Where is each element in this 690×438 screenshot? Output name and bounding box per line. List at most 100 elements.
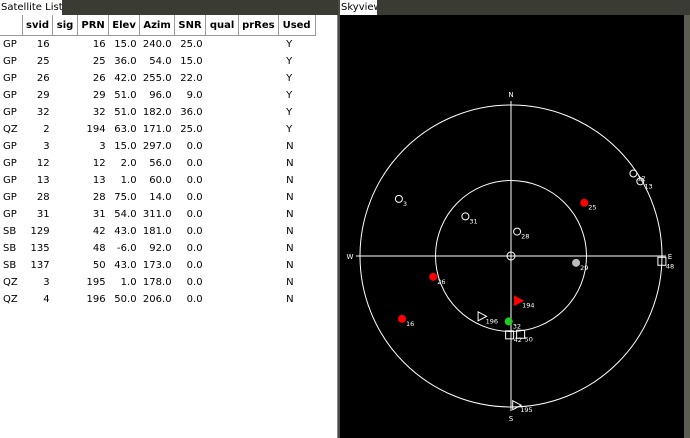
table-cell: 12	[36, 158, 50, 169]
satellite-list-panel: svid sig PRN Elev Azim SNR qual prRes Used GP 16 1…	[0, 15, 338, 438]
table-cell	[239, 172, 279, 189]
table-cell: N	[286, 226, 294, 237]
satellite-markers: 1625262932194312132831424850195196	[394, 169, 674, 414]
table-cell	[206, 172, 239, 189]
table-cell: 3	[43, 141, 50, 152]
table-cell: 0.0	[186, 158, 203, 169]
column-header-qual[interactable]: qual	[205, 15, 240, 36]
table-cell: 0.0	[186, 209, 203, 220]
satellite-16-label: 16	[406, 320, 414, 328]
satellite-28-marker	[513, 227, 522, 236]
table-cell: 171.0	[142, 124, 172, 135]
table-cell: 173.0	[142, 260, 172, 271]
table-cell: 13	[36, 175, 50, 186]
column-header-prres[interactable]: prRes	[238, 15, 279, 36]
table-cell	[239, 53, 279, 70]
table-cell: Y	[286, 90, 293, 101]
table-row[interactable]: GP 16 16 15.0 240.0 25.0 Y	[0, 36, 315, 54]
table-cell: 26	[92, 73, 106, 84]
satellite-195-label: 195	[520, 406, 532, 414]
table-cell: 15.0	[180, 56, 203, 67]
table-cell: 92.0	[149, 243, 172, 254]
table-cell	[206, 138, 239, 155]
table-row[interactable]: GP 31 31 54.0 311.0 0.0 N	[0, 206, 315, 223]
table-cell: 3	[43, 277, 50, 288]
satellite-3-label: 3	[403, 200, 407, 208]
table-cell: Y	[286, 107, 293, 118]
satellite-196-label: 196	[486, 317, 498, 325]
table-cell: 29	[92, 90, 106, 101]
column-header-azim[interactable]: Azim	[139, 15, 176, 36]
table-cell: 26	[36, 73, 50, 84]
table-cell: 51.0	[114, 90, 137, 101]
table-cell: SB	[3, 226, 17, 237]
table-cell: 36.0	[114, 56, 137, 67]
table-row[interactable]: QZ 2 194 63.0 171.0 25.0 Y	[0, 121, 315, 138]
column-header-elev[interactable]: Elev	[108, 15, 141, 36]
table-row[interactable]: GP 32 32 51.0 182.0 36.0 Y	[0, 104, 315, 121]
table-row[interactable]: QZ 3 195 1.0 178.0 0.0 N	[0, 274, 315, 291]
table-cell: 96.0	[149, 90, 172, 101]
table-row[interactable]: SB 135 48 -6.0 92.0 0.0 N	[0, 240, 315, 257]
table-cell: N	[286, 141, 294, 152]
column-header-system[interactable]	[0, 15, 23, 36]
table-cell	[239, 36, 279, 54]
table-cell: 51.0	[114, 107, 137, 118]
table-cell: 9.0	[186, 90, 203, 101]
satellite-29-marker	[572, 258, 581, 267]
table-cell: 14.0	[149, 192, 172, 203]
table-row[interactable]: GP 13 13 1.0 60.0 0.0 N	[0, 172, 315, 189]
column-header-prn[interactable]: PRN	[77, 15, 110, 36]
table-cell: 15.0	[114, 141, 137, 152]
table-cell: 4	[43, 294, 50, 305]
table-cell: 1.0	[120, 175, 137, 186]
satellite-48-label: 48	[666, 262, 674, 270]
satellite-32-label: 32	[513, 322, 521, 330]
table-cell: 43.0	[114, 260, 137, 271]
table-cell: 178.0	[142, 277, 172, 288]
table-row[interactable]: GP 29 29 51.0 96.0 9.0 Y	[0, 87, 315, 104]
column-header-used[interactable]: Used	[278, 15, 316, 36]
table-cell: GP	[3, 158, 17, 169]
satellite-list-titlebar	[62, 0, 338, 15]
table-row[interactable]: GP 12 12 2.0 56.0 0.0 N	[0, 155, 315, 172]
table-row[interactable]: GP 28 28 75.0 14.0 0.0 N	[0, 189, 315, 206]
table-row[interactable]: SB 129 42 43.0 181.0 0.0 N	[0, 223, 315, 240]
table-cell: 0.0	[186, 294, 203, 305]
table-cell: 42.0	[114, 73, 137, 84]
table-row[interactable]: GP 25 25 36.0 54.0 15.0 Y	[0, 53, 315, 70]
table-cell	[206, 274, 239, 291]
table-cell	[53, 138, 78, 155]
table-cell: -6.0	[117, 243, 137, 254]
table-cell: 28	[92, 192, 106, 203]
table-cell	[239, 206, 279, 223]
table-cell	[206, 257, 239, 274]
column-header-svid[interactable]: svid	[22, 15, 54, 36]
table-cell: 56.0	[149, 158, 172, 169]
satellite-31-label: 31	[469, 217, 477, 225]
table-cell: 25.0	[180, 124, 203, 135]
table-cell: 137	[30, 260, 50, 271]
table-cell: N	[286, 209, 294, 220]
table-cell: 43.0	[114, 226, 137, 237]
table-cell: GP	[3, 141, 17, 152]
table-cell: Y	[286, 73, 293, 84]
table-cell: N	[286, 260, 294, 271]
table-cell: 311.0	[142, 209, 172, 220]
table-cell: GP	[3, 107, 17, 118]
table-cell	[53, 104, 78, 121]
table-row[interactable]: GP 3 3 15.0 297.0 0.0 N	[0, 138, 315, 155]
table-body: GP 16 16 15.0 240.0 25.0 Y GP 25 25 36.0 54.0 15.0 Y G…	[0, 36, 315, 309]
table-row[interactable]: SB 137 50 43.0 173.0 0.0 N	[0, 257, 315, 274]
window-edge	[684, 15, 690, 438]
table-cell: SB	[3, 243, 17, 254]
column-header-snr[interactable]: SNR	[174, 15, 207, 36]
column-header-sig[interactable]: sig	[52, 15, 79, 36]
table-row[interactable]: QZ 4 196 50.0 206.0 0.0 N	[0, 291, 315, 308]
table-row[interactable]: GP 26 26 42.0 255.0 22.0 Y	[0, 70, 315, 87]
table-cell: 195	[86, 277, 106, 288]
table-cell: N	[286, 192, 294, 203]
table-cell: 0.0	[186, 141, 203, 152]
table-cell: N	[286, 277, 294, 288]
table-header-row: svid sig PRN Elev Azim SNR qual prRes Used	[0, 15, 316, 36]
